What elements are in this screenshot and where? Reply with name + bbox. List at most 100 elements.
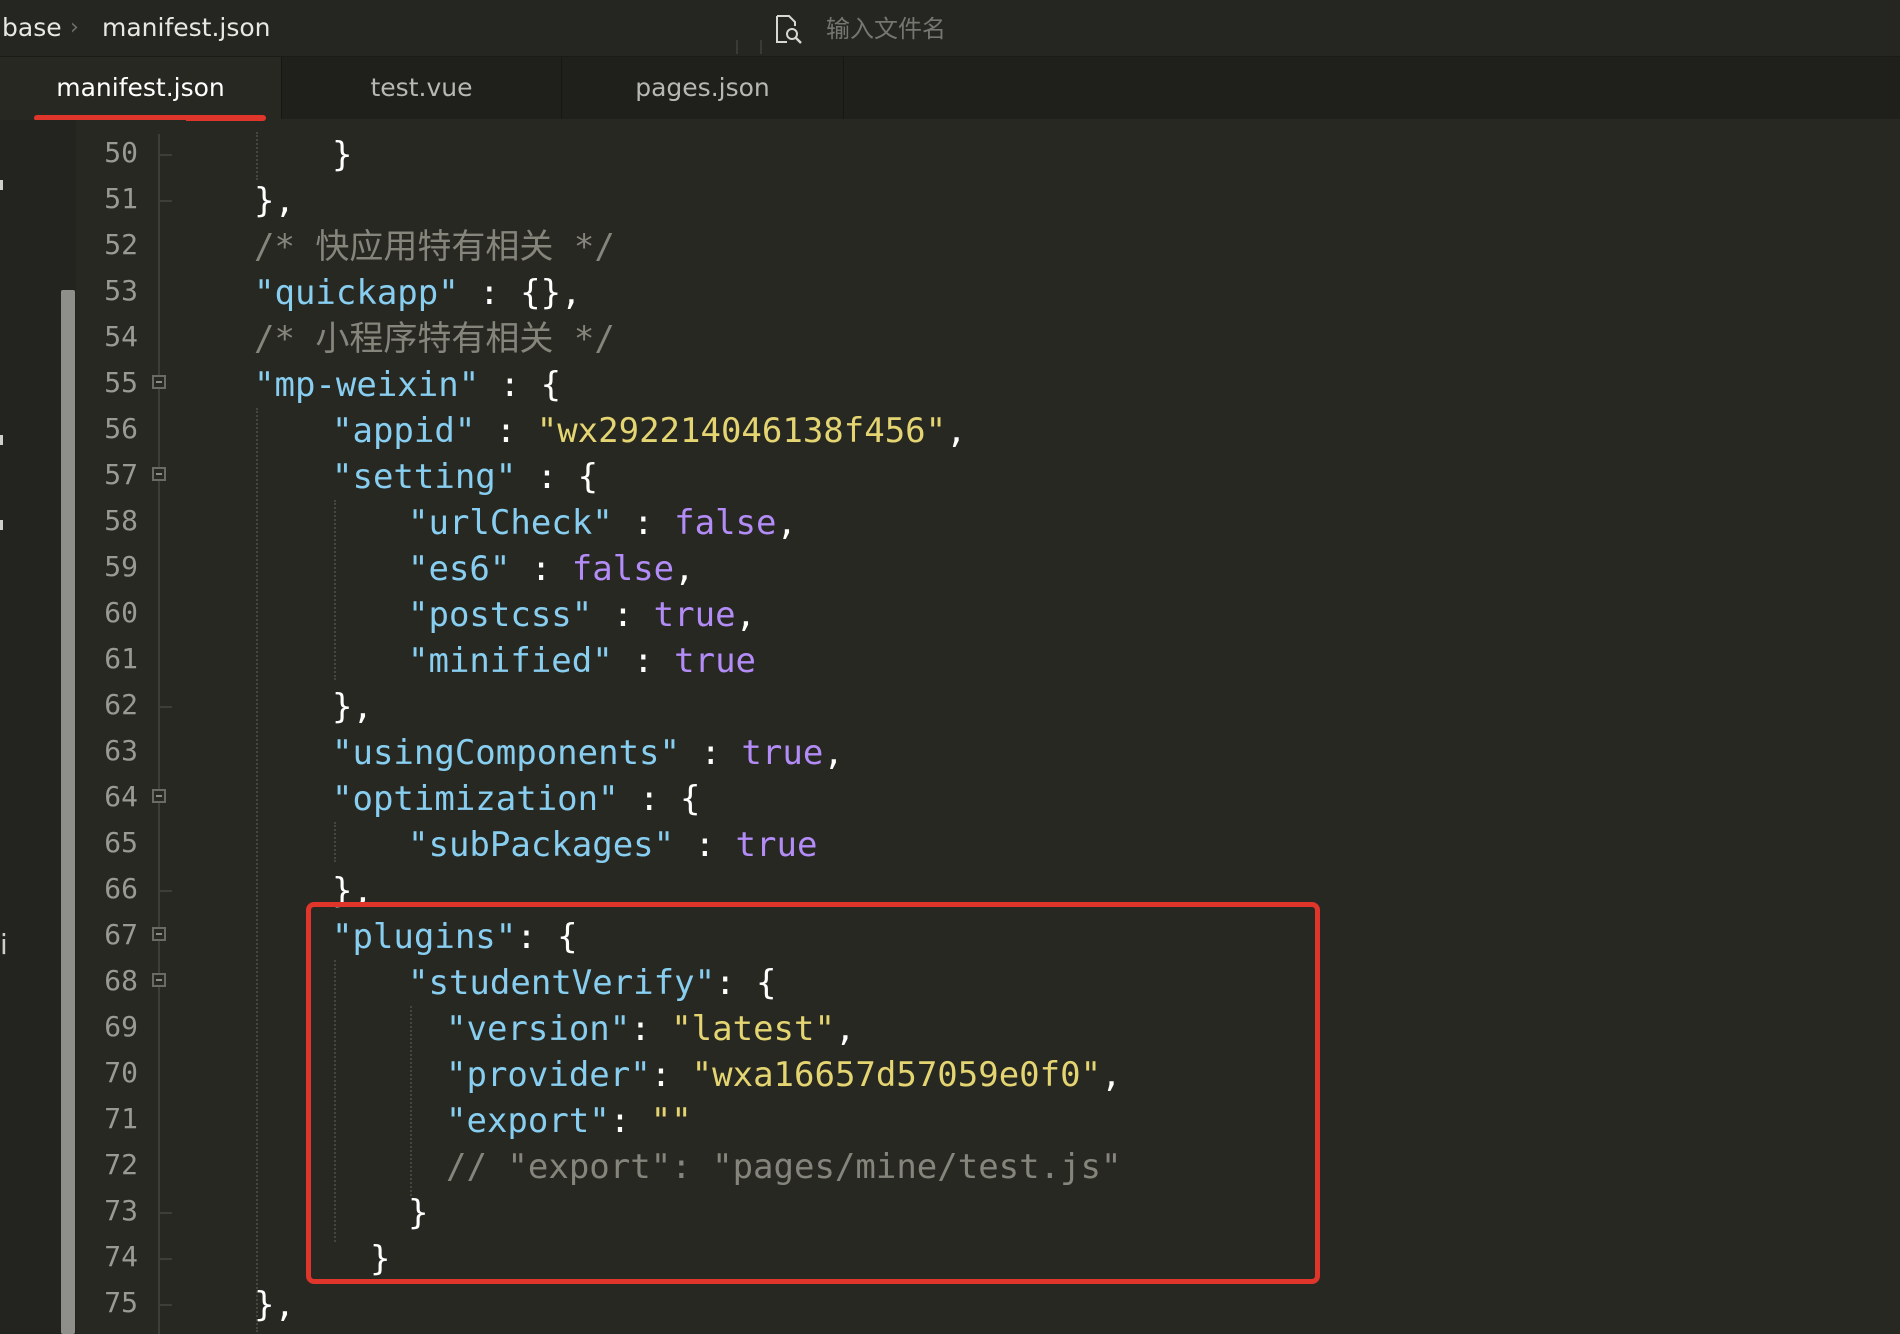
code-token: "wx292214046138f456"	[536, 411, 947, 451]
code-token: "provider"	[446, 1055, 651, 1095]
code-token: :	[650, 1055, 692, 1095]
line-number: 75	[104, 1286, 138, 1319]
line-number: 52	[104, 228, 138, 261]
code-text: },	[332, 684, 373, 730]
code-line: 61 "minified" : true	[0, 638, 1900, 684]
file-search-input[interactable]	[826, 10, 1886, 48]
code-token: "version"	[446, 1009, 631, 1049]
code-token: }	[370, 1239, 391, 1279]
fold-collapse-icon[interactable]	[152, 467, 166, 481]
code-token: : {	[516, 457, 599, 497]
breadcrumb-file[interactable]: manifest.json	[102, 12, 271, 44]
code-text: "urlCheck" : false,	[408, 500, 797, 546]
code-token: : {	[715, 963, 777, 1003]
line-number: 67	[104, 918, 138, 951]
code-text: "mp-weixin" : {	[254, 362, 561, 408]
code-text: "appid" : "wx292214046138f456",	[332, 408, 967, 454]
code-token: ,	[834, 1009, 856, 1049]
title-bar: base › manifest.json	[0, 0, 1900, 57]
code-line: 72 // "export": "pages/mine/test.js"	[0, 1144, 1900, 1190]
code-token: true	[653, 595, 736, 635]
code-text: }	[408, 1190, 428, 1236]
code-text: "quickapp" : {},	[254, 270, 582, 316]
code-token: true	[735, 825, 818, 865]
line-number: 69	[104, 1010, 138, 1043]
code-token: : {	[479, 365, 562, 405]
line-number: 56	[104, 412, 138, 445]
tab-manifest-json[interactable]: manifest.json	[0, 57, 282, 119]
code-text: }	[370, 1236, 390, 1282]
code-token: /* 小程序特有相关 */	[254, 319, 615, 359]
line-number: 50	[104, 136, 138, 169]
fold-collapse-icon[interactable]	[152, 927, 166, 941]
code-text: "subPackages" : true	[408, 822, 817, 868]
code-line: 66 },	[0, 868, 1900, 914]
code-token: "setting"	[332, 457, 517, 497]
code-token: },	[332, 871, 373, 911]
code-token: "postcss"	[408, 595, 593, 635]
code-line: 57 "setting" : {	[0, 454, 1900, 500]
code-token: "plugins"	[332, 917, 517, 957]
fold-end-marker	[160, 890, 172, 892]
code-token: :	[674, 825, 736, 865]
code-text: "postcss" : true,	[408, 592, 756, 638]
code-token: "export"	[446, 1101, 610, 1141]
fold-end-marker	[160, 1304, 172, 1306]
line-number: 64	[104, 780, 138, 813]
code-editor[interactable]: 50 } 51 }, 52 /* 快应用特有相关 */ 53 "quickapp…	[0, 132, 1900, 1334]
fold-end-marker	[160, 200, 172, 202]
line-number: 59	[104, 550, 138, 583]
line-number: 72	[104, 1148, 138, 1181]
line-number: 55	[104, 366, 138, 399]
divider	[736, 40, 738, 54]
tab-pages-json[interactable]: pages.json	[562, 57, 844, 119]
code-token: true	[674, 641, 757, 681]
code-token: "es6"	[408, 549, 511, 589]
code-line: 50 }	[0, 132, 1900, 178]
code-text: },	[332, 868, 373, 914]
code-token: ,	[823, 733, 844, 773]
code-token: :	[612, 641, 675, 681]
fold-end-marker	[160, 1212, 172, 1214]
code-token: "studentVerify"	[408, 963, 716, 1003]
code-token: /* 快应用特有相关 */	[254, 227, 615, 267]
code-token: "appid"	[332, 411, 476, 451]
line-number: 61	[104, 642, 138, 675]
line-number: 71	[104, 1102, 138, 1135]
code-token: },	[332, 687, 373, 727]
code-line: 60 "postcss" : true,	[0, 592, 1900, 638]
code-token: :	[609, 1101, 651, 1141]
line-number: 53	[104, 274, 138, 307]
breadcrumb-parent[interactable]: base	[2, 12, 62, 44]
line-number: 63	[104, 734, 138, 767]
code-line: 73 }	[0, 1190, 1900, 1236]
file-search-icon[interactable]	[772, 13, 804, 45]
code-token: false	[674, 503, 777, 543]
code-comment: /* 小程序特有相关 */	[254, 316, 615, 362]
code-token: "mp-weixin"	[254, 365, 480, 405]
fold-collapse-icon[interactable]	[152, 375, 166, 389]
code-token: "optimization"	[332, 779, 619, 819]
line-number: 74	[104, 1240, 138, 1273]
tab-bar: manifest.json test.vue pages.json	[0, 57, 1900, 119]
code-token: "quickapp"	[254, 273, 459, 313]
code-line: 62 },	[0, 684, 1900, 730]
code-text: "studentVerify": {	[408, 960, 776, 1006]
line-number: 73	[104, 1194, 138, 1227]
tab-test-vue[interactable]: test.vue	[282, 57, 562, 119]
code-token: : {	[618, 779, 701, 819]
line-number: 66	[104, 872, 138, 905]
line-number: 51	[104, 182, 138, 215]
fold-collapse-icon[interactable]	[152, 973, 166, 987]
code-token: "urlCheck"	[408, 503, 613, 543]
code-text: "es6" : false,	[408, 546, 695, 592]
code-comment: // "export": "pages/mine/test.js"	[446, 1144, 1122, 1190]
code-text: "usingComponents" : true,	[332, 730, 844, 776]
code-line: 65 "subPackages" : true	[0, 822, 1900, 868]
code-token: }	[408, 1193, 429, 1233]
code-token: }	[332, 135, 353, 175]
divider	[760, 40, 762, 54]
code-token: },	[254, 181, 295, 221]
fold-collapse-icon[interactable]	[152, 789, 166, 803]
code-token: // "export": "pages/mine/test.js"	[446, 1147, 1122, 1187]
